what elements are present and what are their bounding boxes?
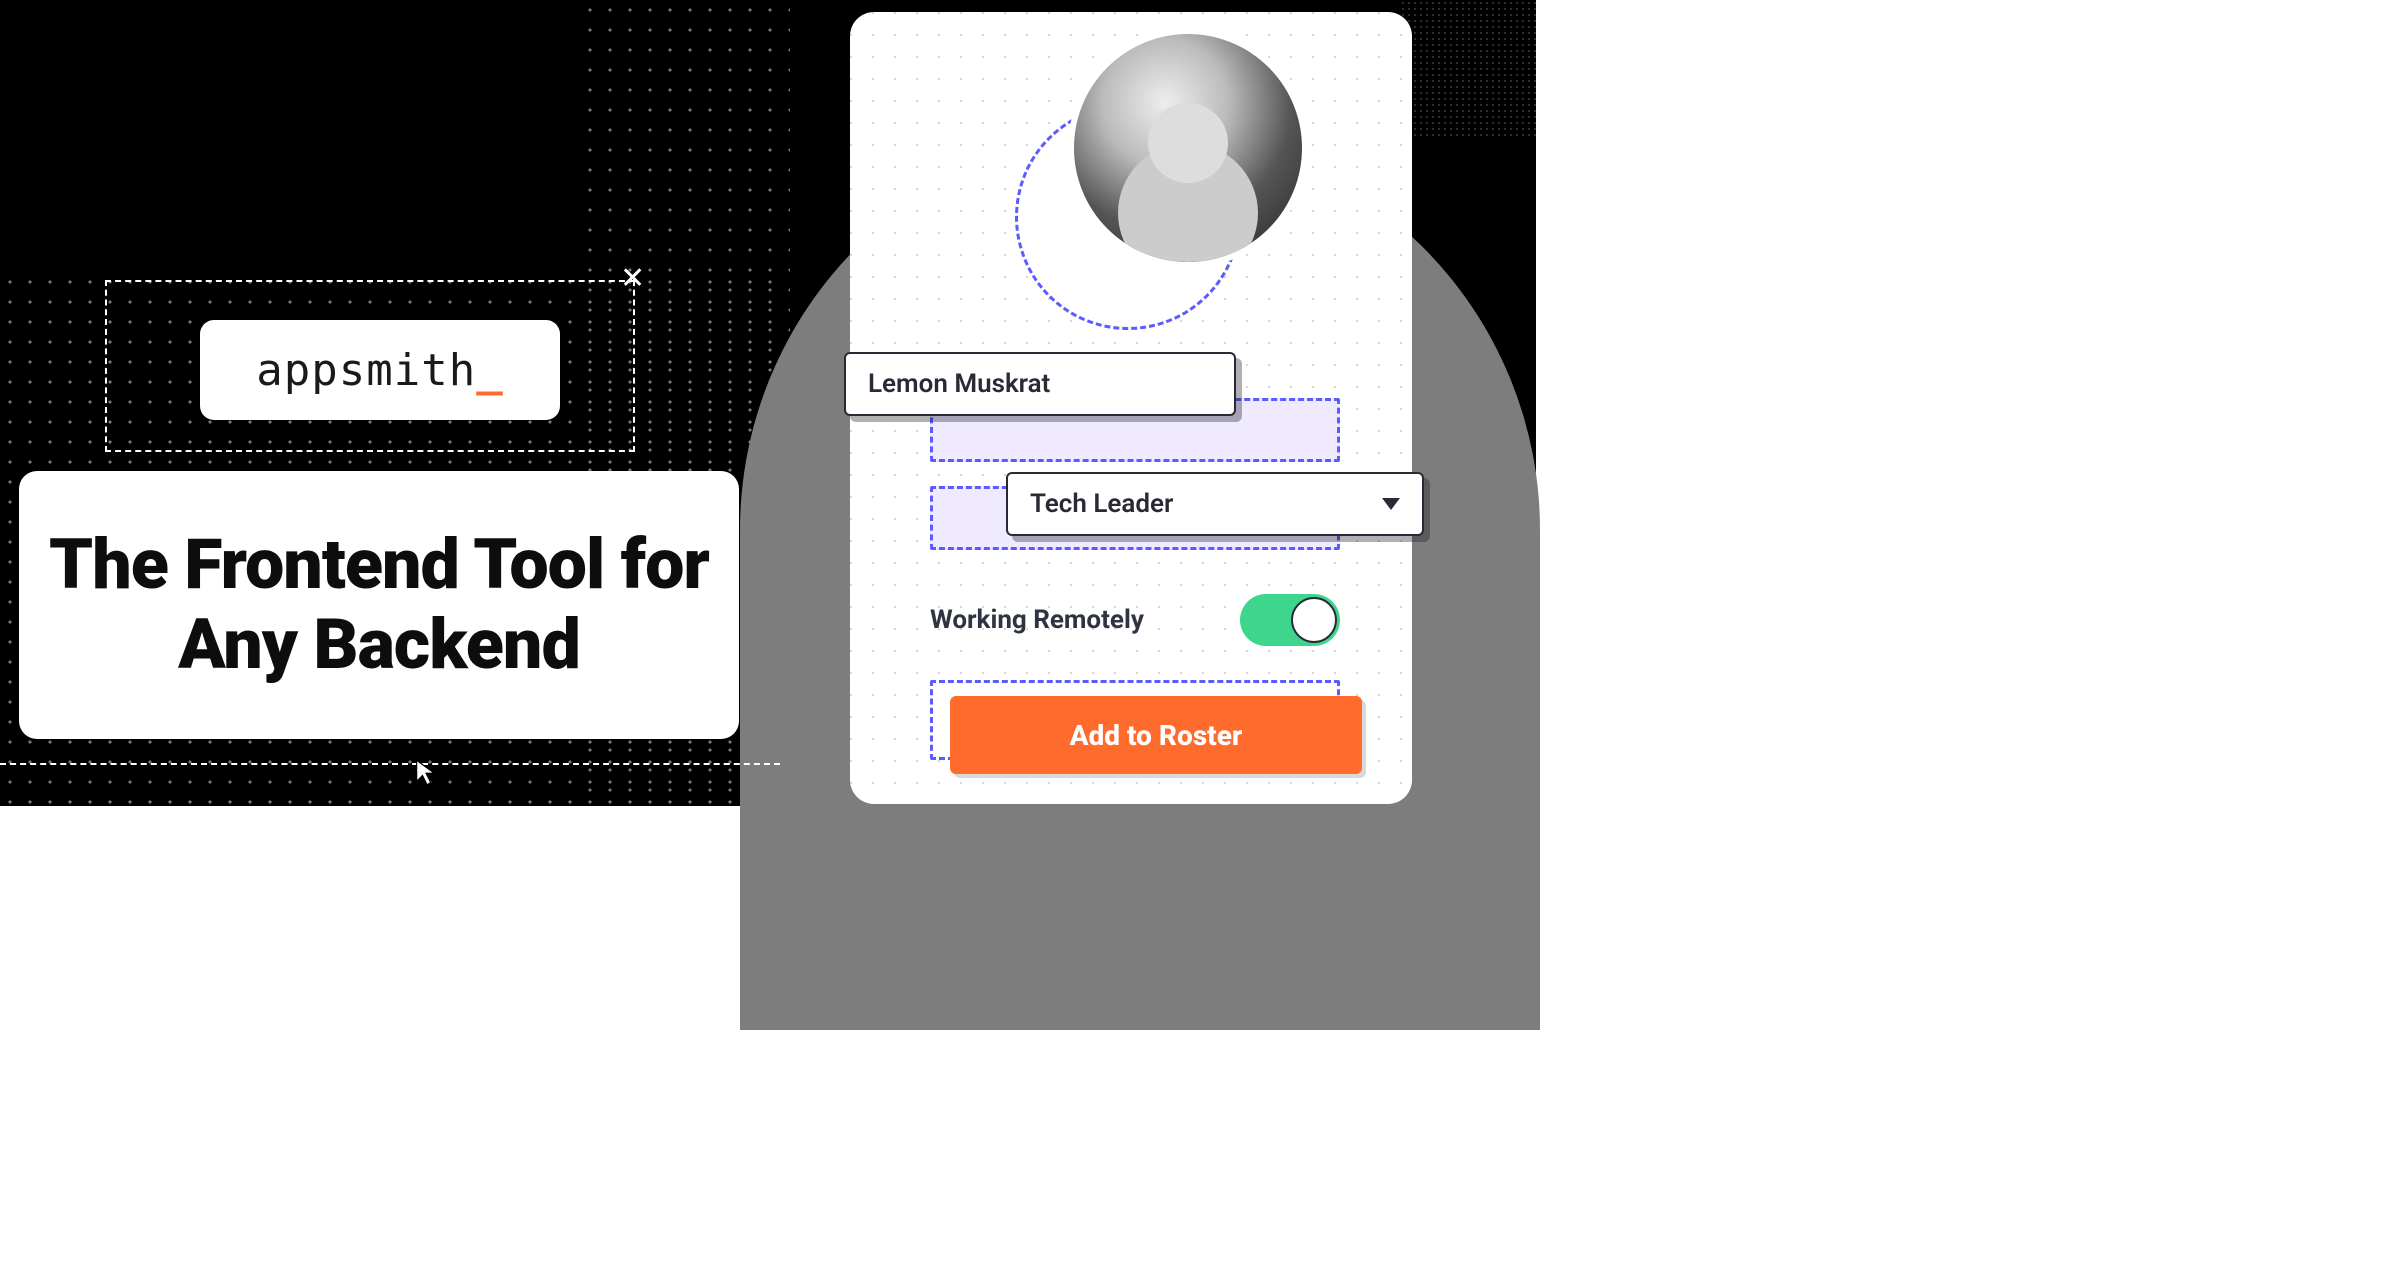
name-input-value: Lemon Muskrat bbox=[868, 369, 1050, 399]
brand-name: appsmith bbox=[256, 345, 476, 396]
role-select[interactable]: Tech Leader bbox=[1006, 472, 1424, 536]
avatar bbox=[1068, 28, 1308, 268]
caret-down-icon bbox=[1382, 498, 1400, 510]
add-to-roster-button[interactable]: Add to Roster bbox=[950, 696, 1362, 774]
remote-toggle-row: Working Remotely bbox=[930, 592, 1340, 648]
headline-card: The Frontend Tool for Any Backend bbox=[19, 471, 739, 739]
marketing-hero: ✕ appsmith_ The Frontend Tool for Any Ba… bbox=[0, 0, 1536, 806]
remote-toggle-label: Working Remotely bbox=[930, 605, 1144, 635]
toggle-knob bbox=[1291, 597, 1337, 643]
name-input[interactable]: Lemon Muskrat bbox=[844, 352, 1236, 416]
cta-button-label: Add to Roster bbox=[1070, 719, 1243, 752]
cursor-icon bbox=[412, 758, 440, 786]
remote-toggle[interactable] bbox=[1240, 594, 1340, 646]
selection-baseline bbox=[0, 763, 780, 765]
close-icon[interactable]: ✕ bbox=[620, 264, 645, 294]
decorative-noise bbox=[1400, 0, 1540, 140]
brand-wordmark: appsmith_ bbox=[256, 345, 503, 396]
profile-form-panel: Lemon Muskrat Tech Leader Working Remote… bbox=[850, 12, 1412, 804]
headline-text: The Frontend Tool for Any Backend bbox=[19, 525, 739, 686]
brand-underscore: _ bbox=[476, 345, 504, 396]
brand-logo-card: appsmith_ bbox=[200, 320, 560, 420]
role-select-value: Tech Leader bbox=[1030, 489, 1173, 519]
